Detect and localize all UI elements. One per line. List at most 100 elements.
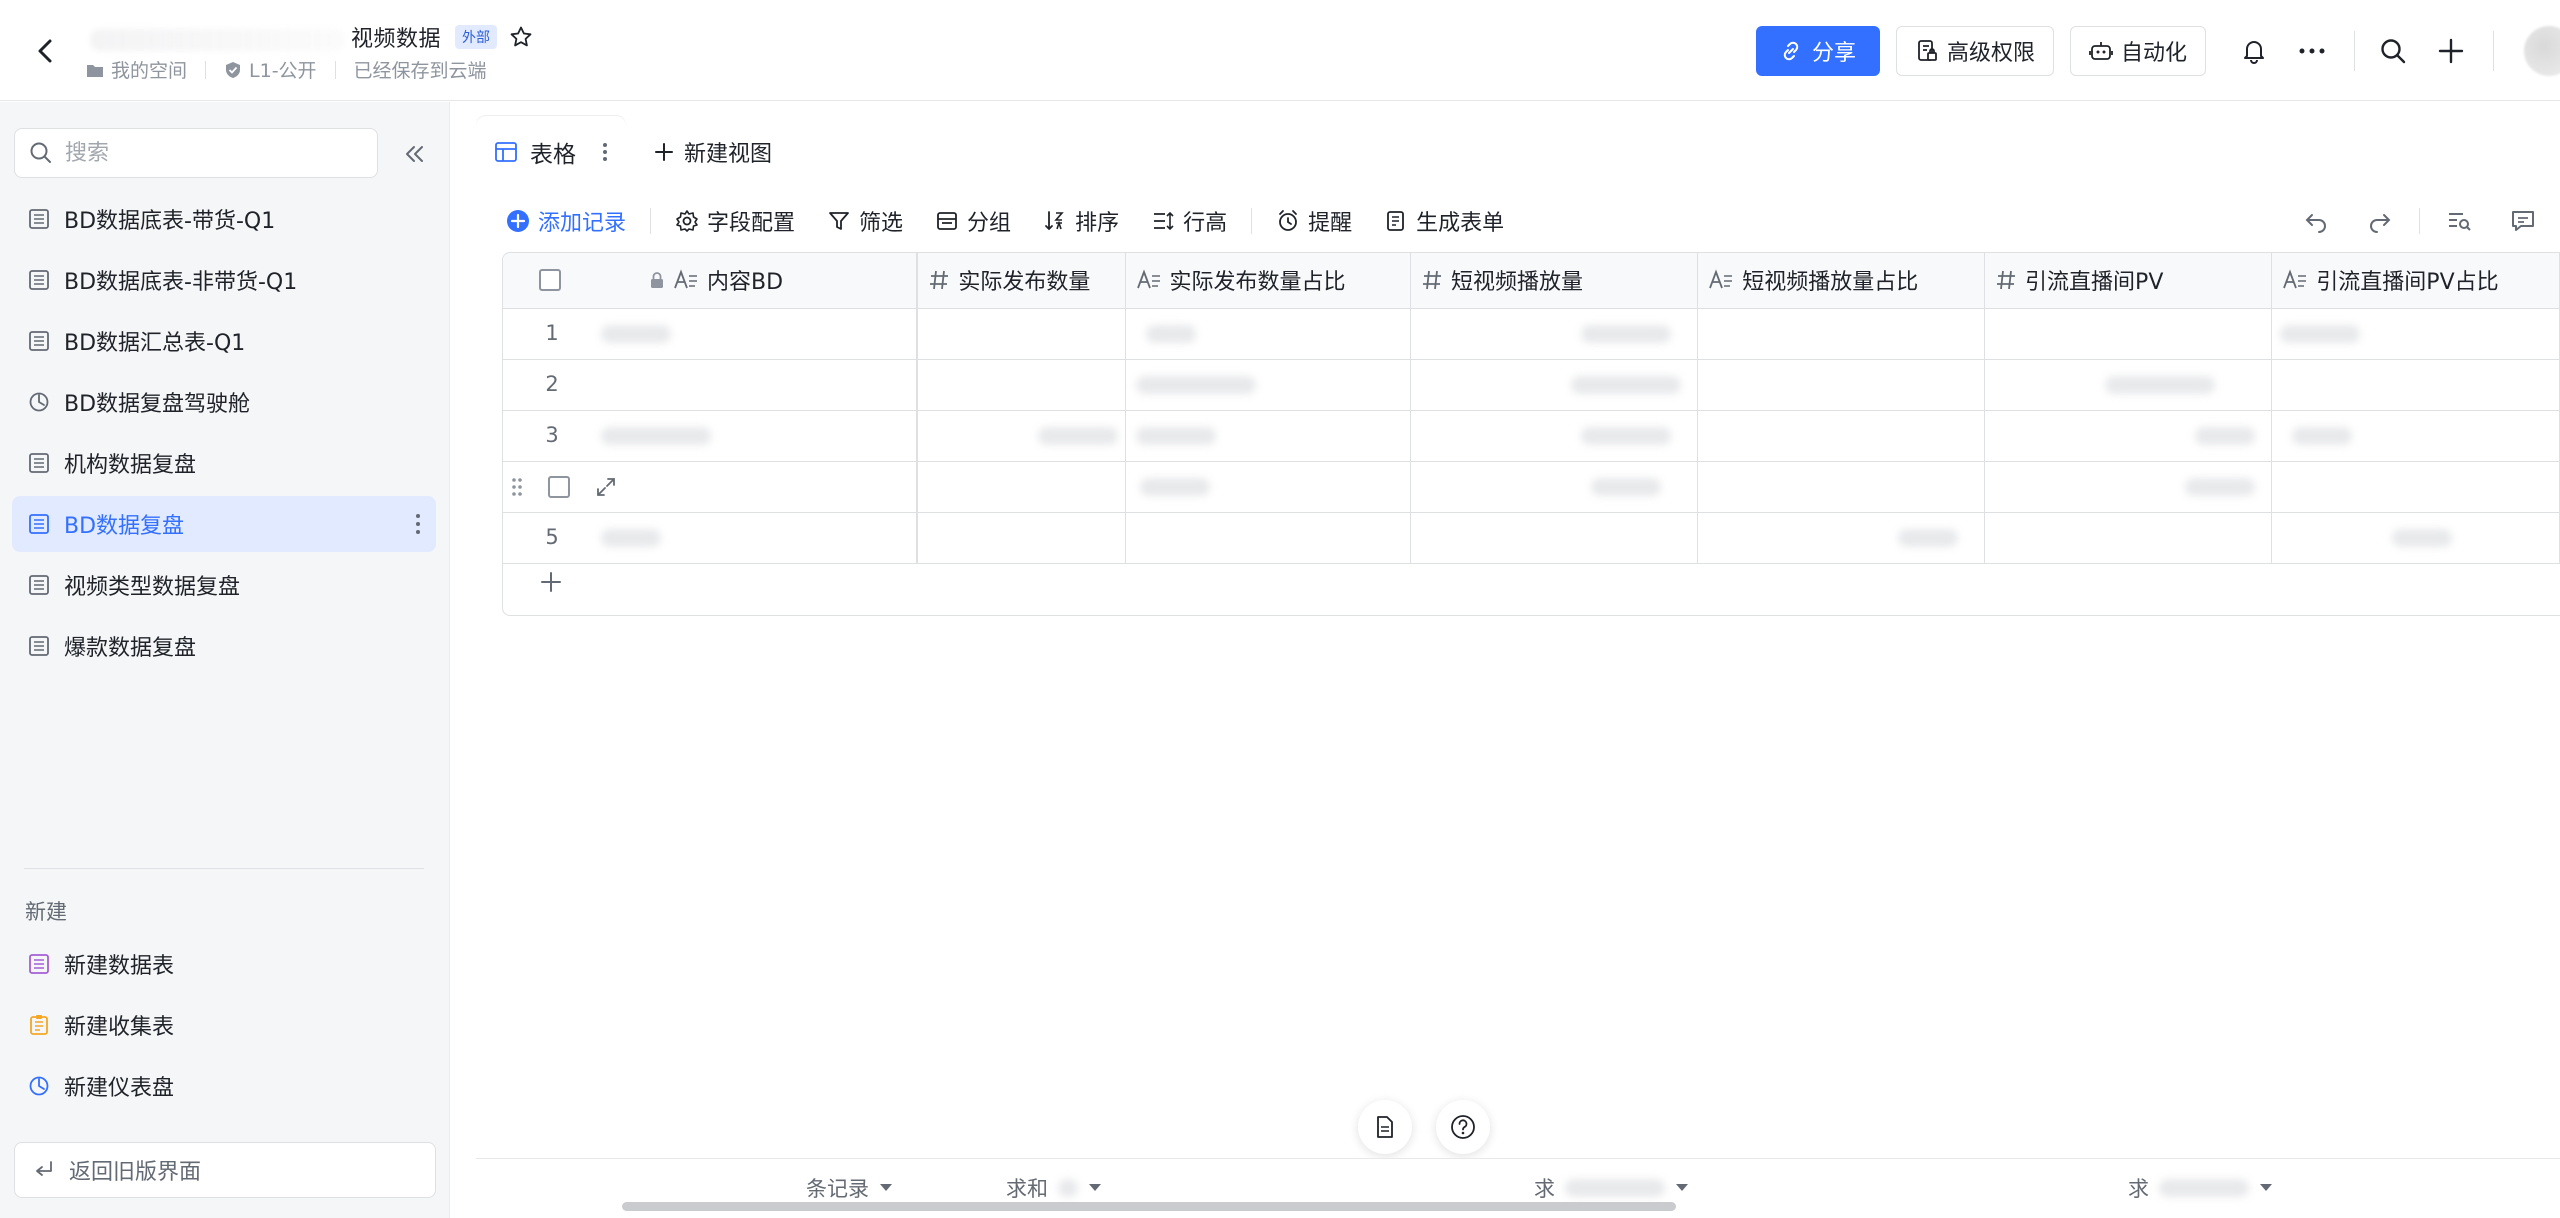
- add-record-button[interactable]: 添加记录: [506, 205, 626, 237]
- add-row-button[interactable]: [539, 570, 563, 598]
- lock-icon: [649, 271, 665, 289]
- data-grid: 内容BD 实际发布数量 实际发布数量占比 短视频播放量 短视频播放量占比 引流直…: [502, 252, 2560, 616]
- sidebar-item-video-type[interactable]: 视频类型数据复盘: [12, 557, 436, 613]
- alarm-clock-icon: [1276, 209, 1300, 233]
- new-view-button[interactable]: 新建视图: [640, 116, 786, 188]
- add-circle-icon: [506, 209, 530, 233]
- row-checkbox[interactable]: [548, 476, 570, 498]
- search-icon[interactable]: [2373, 31, 2413, 71]
- caret-down-icon: [2259, 1183, 2273, 1193]
- sidebar-item-bd-review[interactable]: BD数据复盘: [12, 496, 436, 552]
- table-row[interactable]: 1: [503, 308, 2560, 360]
- undo-icon[interactable]: [2303, 208, 2329, 234]
- bell-icon[interactable]: [2234, 31, 2274, 71]
- generate-form-button[interactable]: 生成表单: [1384, 205, 1504, 237]
- avatar[interactable]: [2524, 26, 2560, 76]
- permission-doc-icon: [1915, 39, 1939, 63]
- filter-button[interactable]: 筛选: [827, 205, 903, 237]
- table-row[interactable]: 2: [503, 359, 2560, 411]
- collapse-sidebar-icon[interactable]: [398, 138, 430, 170]
- table-icon: [28, 208, 50, 230]
- column-header-actual-count[interactable]: 实际发布数量: [917, 253, 1126, 309]
- sidebar-item-bd-cockpit[interactable]: BD数据复盘驾驶舱: [12, 374, 436, 430]
- table-row[interactable]: 5: [503, 512, 2560, 564]
- sidebar-item-bd-base-nonsales[interactable]: BD数据底表-非带货-Q1: [12, 252, 436, 308]
- star-icon[interactable]: [509, 25, 533, 49]
- help-icon: [1450, 1114, 1476, 1140]
- tab-more-icon[interactable]: [602, 141, 608, 163]
- sum-stat-1[interactable]: 求和: [1006, 1173, 1102, 1203]
- text-field-icon: [2282, 269, 2308, 291]
- column-header-live-pv[interactable]: 引流直播间PV: [1984, 253, 2273, 309]
- sidebar-item-bd-summary[interactable]: BD数据汇总表-Q1: [12, 313, 436, 369]
- column-header-short-video-plays[interactable]: 短视频播放量: [1410, 253, 1699, 309]
- sort-icon: [1043, 209, 1067, 233]
- new-section-label: 新建: [25, 900, 67, 924]
- document-fab-button[interactable]: [1358, 1100, 1412, 1154]
- reminder-button[interactable]: 提醒: [1276, 205, 1352, 237]
- field-config-button[interactable]: 字段配置: [675, 205, 795, 237]
- sum-stat-2[interactable]: 求: [1534, 1173, 1689, 1203]
- new-form-button[interactable]: 新建收集表: [12, 997, 436, 1053]
- text-field-icon: [1708, 269, 1734, 291]
- redo-icon[interactable]: [2367, 208, 2393, 234]
- new-dashboard-button[interactable]: 新建仪表盘: [12, 1058, 436, 1114]
- table-row[interactable]: 3: [503, 410, 2560, 462]
- sort-button[interactable]: 排序: [1043, 205, 1119, 237]
- top-header: 视频数据 外部 我的空间 L1-公开 已经保存到云端 分享 高级权限 自动化: [0, 0, 2560, 101]
- more-vertical-icon[interactable]: [414, 510, 422, 538]
- search-icon: [29, 141, 53, 165]
- new-table-button[interactable]: 新建数据表: [12, 936, 436, 992]
- share-button[interactable]: 分享: [1755, 26, 1880, 76]
- search-input[interactable]: [65, 140, 355, 166]
- column-header-short-video-plays-ratio[interactable]: 短视频播放量占比: [1697, 253, 1986, 309]
- permission-level[interactable]: L1-公开: [224, 56, 317, 83]
- sidebar-item-org-review[interactable]: 机构数据复盘: [12, 435, 436, 491]
- automation-button[interactable]: 自动化: [2069, 26, 2206, 76]
- row-height-button[interactable]: 行高: [1151, 205, 1227, 237]
- robot-icon: [2089, 39, 2113, 63]
- caret-down-icon: [879, 1183, 893, 1193]
- sidebar: BD数据底表-带货-Q1 BD数据底表-非带货-Q1 BD数据汇总表-Q1 BD…: [0, 102, 450, 1218]
- number-field-icon: [1421, 269, 1443, 291]
- row-height-icon: [1151, 209, 1175, 233]
- form-icon: [1384, 209, 1408, 233]
- back-button[interactable]: [30, 35, 62, 67]
- plus-icon[interactable]: [2431, 31, 2471, 71]
- horizontal-scrollbar[interactable]: [622, 1202, 1676, 1211]
- drag-handle-icon[interactable]: [511, 476, 523, 498]
- expand-icon[interactable]: [595, 476, 617, 498]
- group-button[interactable]: 分组: [935, 205, 1011, 237]
- column-header-actual-count-ratio[interactable]: 实际发布数量占比: [1125, 253, 1412, 309]
- search-records-icon[interactable]: [2446, 208, 2472, 234]
- folder-icon: [86, 62, 104, 78]
- external-badge: 外部: [455, 25, 498, 49]
- table-icon: [28, 452, 50, 474]
- dashboard-icon: [28, 391, 50, 413]
- sidebar-item-hit-review[interactable]: 爆款数据复盘: [12, 618, 436, 674]
- more-icon[interactable]: [2292, 31, 2332, 71]
- sidebar-search[interactable]: [14, 128, 378, 178]
- table-nav-list: BD数据底表-带货-Q1 BD数据底表-非带货-Q1 BD数据汇总表-Q1 BD…: [12, 191, 436, 679]
- document-icon: [1373, 1115, 1397, 1139]
- select-all-checkbox[interactable]: [539, 269, 561, 292]
- sidebar-item-bd-base-sales[interactable]: BD数据底表-带货-Q1: [12, 191, 436, 247]
- record-count-stat[interactable]: 条记录: [806, 1173, 893, 1203]
- caret-down-icon: [1088, 1183, 1102, 1193]
- plus-icon: [654, 142, 674, 162]
- gear-icon: [675, 209, 699, 233]
- comment-icon[interactable]: [2510, 208, 2536, 234]
- sum-stat-3[interactable]: 求: [2128, 1173, 2273, 1203]
- new-form-icon: [28, 1014, 50, 1036]
- return-old-ui-button[interactable]: 返回旧版界面: [14, 1142, 436, 1198]
- document-title[interactable]: 视频数据: [90, 21, 441, 53]
- table-icon: [28, 330, 50, 352]
- advanced-permissions-button[interactable]: 高级权限: [1895, 26, 2054, 76]
- table-row[interactable]: 4: [503, 461, 2560, 513]
- help-fab-button[interactable]: [1436, 1100, 1490, 1154]
- column-header-live-pv-ratio[interactable]: 引流直播间PV占比: [2271, 253, 2560, 309]
- location-breadcrumb[interactable]: 我的空间: [86, 56, 187, 83]
- grid-view-icon: [494, 140, 518, 164]
- tab-grid-view[interactable]: 表格: [476, 116, 626, 188]
- column-header-content-bd[interactable]: 内容BD: [503, 253, 919, 309]
